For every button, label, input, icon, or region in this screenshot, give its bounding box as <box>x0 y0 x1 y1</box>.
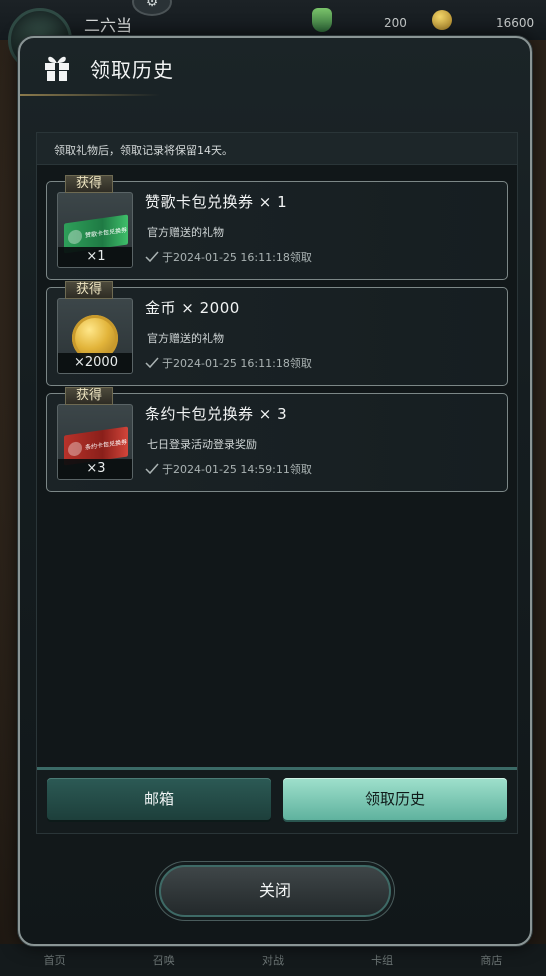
obtained-tag: 获得 <box>65 387 113 405</box>
obtained-tag: 获得 <box>65 175 113 193</box>
item-quantity: ×2000 <box>58 353 132 373</box>
item-source: 官方赠送的礼物 <box>147 226 224 239</box>
history-record: ×2000 获得 金币 × 2000 官方赠送的礼物 于2024-01-25 1… <box>46 281 508 386</box>
obtained-tag: 获得 <box>65 281 113 299</box>
history-panel: 领取礼物后，领取记录将保留14天。 赞歌卡包兑换券 ×1 获得 赞歌卡包兑换券 … <box>36 132 518 834</box>
item-quantity: ×1 <box>58 247 132 267</box>
nav-deck[interactable]: 卡组 <box>371 952 393 968</box>
item-source: 官方赠送的礼物 <box>147 332 224 345</box>
gift-icon <box>45 56 69 81</box>
item-thumbnail: 条约卡包兑换券 ×3 <box>57 404 133 480</box>
notice-bar: 领取礼物后，领取记录将保留14天。 <box>37 133 517 165</box>
item-name: 赞歌卡包兑换券 × 1 <box>145 193 288 211</box>
history-record: 条约卡包兑换券 ×3 获得 条约卡包兑换券 × 3 七日登录活动登录奖励 于20… <box>46 387 508 492</box>
tab-bar: 邮箱 领取历史 <box>37 767 517 833</box>
tab-mailbox[interactable]: 邮箱 <box>47 778 271 820</box>
claim-time: 于2024-01-25 14:59:11领取 <box>145 461 312 477</box>
item-source: 七日登录活动登录奖励 <box>147 438 257 451</box>
dialog-title: 领取历史 <box>90 58 174 82</box>
top-status-bar <box>0 0 546 40</box>
history-record: 赞歌卡包兑换券 ×1 获得 赞歌卡包兑换券 × 1 官方赠送的礼物 于2024-… <box>46 175 508 280</box>
item-quantity: ×3 <box>58 459 132 479</box>
coin-resource-icon <box>432 10 452 30</box>
check-icon <box>145 251 159 263</box>
item-name: 金币 × 2000 <box>145 299 240 317</box>
check-icon <box>145 463 159 475</box>
item-thumbnail: 赞歌卡包兑换券 ×1 <box>57 192 133 268</box>
dialog-header: 领取历史 <box>20 38 530 100</box>
claim-time: 于2024-01-25 16:11:18领取 <box>145 249 312 265</box>
potion-resource-icon <box>312 8 332 32</box>
claim-history-dialog: 领取历史 领取礼物后，领取记录将保留14天。 赞歌卡包兑换券 ×1 获得 赞歌卡… <box>18 36 532 946</box>
nav-shop[interactable]: 商店 <box>480 952 502 968</box>
nav-home[interactable]: 首页 <box>44 952 66 968</box>
resource-1-value: 200 <box>384 16 407 30</box>
nav-summon[interactable]: 召唤 <box>153 952 175 968</box>
close-button[interactable]: 关闭 <box>159 865 391 917</box>
resource-2-value: 16600 <box>496 16 535 30</box>
title-divider <box>20 94 160 96</box>
tab-claim-history[interactable]: 领取历史 <box>283 778 507 820</box>
item-name: 条约卡包兑换券 × 3 <box>145 405 288 423</box>
retention-notice: 领取礼物后，领取记录将保留14天。 <box>54 144 233 157</box>
check-icon <box>145 357 159 369</box>
claim-time: 于2024-01-25 16:11:18领取 <box>145 355 312 371</box>
nav-battle[interactable]: 对战 <box>262 952 284 968</box>
bottom-nav: 首页 召唤 对战 卡组 商店 <box>0 944 546 976</box>
player-name: 二六当 <box>84 16 133 35</box>
item-thumbnail: ×2000 <box>57 298 133 374</box>
